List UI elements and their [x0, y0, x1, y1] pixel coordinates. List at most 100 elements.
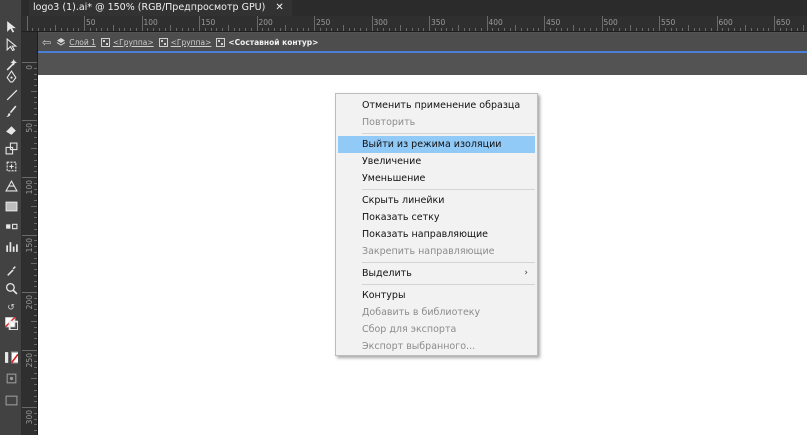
ruler-tick [34, 159, 37, 161]
ruler-tick [34, 257, 37, 259]
ruler-tick [34, 131, 37, 132]
tools-panel: ↺ [0, 0, 22, 435]
menu-item-undo-apply-swatch[interactable]: Отменить применение образца [336, 97, 537, 114]
document-tab[interactable]: logo3 (1).ai* @ 150% (RGB/Предпросмотр G… [29, 0, 292, 16]
breadcrumb-layer[interactable]: Слой 1 [56, 37, 96, 47]
gradient-tool-icon[interactable] [2, 198, 20, 214]
menu-item-zoom-out[interactable]: Уменьшение [336, 170, 537, 187]
ruler-tick [158, 28, 160, 31]
ruler-tick [314, 16, 315, 31]
paintbrush-tool-icon[interactable] [2, 103, 20, 119]
ruler-tick [34, 142, 37, 144]
ruler-tick [31, 148, 37, 150]
current-object-label: <Составной контур> [228, 37, 319, 47]
free-transform-tool-icon[interactable] [2, 158, 20, 174]
ruler-tick [394, 28, 396, 31]
selection-tool-icon[interactable] [2, 18, 20, 34]
zoom-tool-icon[interactable] [2, 280, 20, 296]
menu-item-show-grid[interactable]: Показать сетку [336, 209, 537, 226]
ruler-tick [34, 326, 37, 328]
close-icon[interactable]: ✕ [275, 0, 283, 16]
menu-item-zoom-in[interactable]: Увеличение [336, 153, 537, 170]
ruler-tick [544, 16, 545, 31]
horizontal-ruler[interactable]: 5010015020025030035040045050055060065070… [22, 16, 807, 32]
menu-item-paths[interactable]: Контуры [336, 287, 537, 304]
ruler-label: 500 [603, 18, 618, 27]
ruler-tick [417, 28, 419, 31]
ruler-tick [34, 73, 37, 75]
ruler-tick [567, 28, 568, 31]
ruler-tick [34, 315, 37, 316]
pasteboard[interactable] [38, 55, 807, 75]
ruler-tick [227, 25, 229, 31]
eraser-tool-icon[interactable] [2, 121, 20, 137]
ruler-tick [342, 25, 344, 31]
screen-mode-icon[interactable] [2, 392, 20, 408]
ruler-label: 100 [25, 180, 34, 195]
ruler-tick [457, 25, 459, 31]
breadcrumb-group-1[interactable]: <Группа> [100, 37, 154, 47]
ruler-tick [124, 28, 126, 31]
direct-selection-tool-icon[interactable] [2, 36, 20, 52]
back-arrow-icon[interactable]: ⇦ [42, 36, 51, 49]
ruler-tick [348, 28, 350, 31]
ruler-label: 300 [373, 18, 388, 27]
ruler-tick [768, 28, 770, 31]
scale-tool-icon[interactable] [2, 140, 20, 156]
ruler-tick [285, 25, 287, 31]
ruler-tick [187, 28, 189, 31]
ruler-tick [354, 28, 356, 31]
ruler-tick [383, 28, 384, 31]
ruler-tick [22, 407, 37, 408]
illustrator-window: ↺ logo3 (1).ai* @ 150% (RGB/Предпросмотр… [0, 0, 807, 435]
ruler-tick [34, 332, 37, 334]
breadcrumb-group-2[interactable]: <Группа> [158, 37, 212, 47]
ruler-tick [762, 28, 764, 31]
pen-tool-icon[interactable] [2, 68, 20, 84]
layer-link[interactable]: Слой 1 [69, 38, 96, 47]
ruler-label: 450 [546, 18, 561, 27]
ruler-tick [262, 28, 264, 31]
ruler-tick [34, 418, 37, 420]
draw-mode-icon[interactable] [2, 370, 20, 386]
ruler-tick [607, 28, 609, 31]
group-link-1[interactable]: <Группа> [113, 38, 154, 47]
ruler-tick [331, 28, 333, 31]
fill-stroke-swatch-icon[interactable] [2, 315, 20, 331]
menu-item-show-guides[interactable]: Показать направляющие [336, 226, 537, 243]
ruler-tick [751, 28, 752, 31]
ruler-tick [34, 223, 37, 224]
perspective-grid-tool-icon[interactable] [2, 177, 20, 193]
swap-colors-icon[interactable]: ↺ [2, 300, 20, 316]
menu-item-exit-isolation-mode[interactable]: Выйти из режима изоляции [338, 136, 535, 153]
column-graph-tool-icon[interactable] [2, 238, 20, 254]
ruler-tick [526, 28, 528, 31]
ruler-tick [279, 28, 281, 31]
eyedropper-tool-icon[interactable] [2, 262, 20, 278]
ruler-tick [164, 28, 166, 31]
ruler-tick [440, 28, 442, 31]
ruler-tick [34, 194, 37, 196]
isolation-mode-bar: ⇦ Слой 1 <Группа> <Группа> <Составной ко… [38, 33, 807, 53]
ruler-tick [492, 28, 494, 31]
ruler-tick [308, 28, 310, 31]
ruler-label: 600 [718, 18, 733, 27]
group-link-2[interactable]: <Группа> [171, 38, 212, 47]
ruler-tick [256, 16, 258, 31]
ruler-tick [34, 188, 37, 190]
menu-separator [362, 262, 535, 263]
ruler-tick [34, 355, 37, 357]
line-segment-tool-icon[interactable] [2, 86, 20, 102]
blend-tool-icon[interactable] [2, 218, 20, 234]
ruler-tick [199, 16, 200, 31]
none-color-icon[interactable] [2, 349, 20, 365]
ruler-tick [503, 28, 505, 31]
menu-item-hide-rulers[interactable]: Скрыть линейки [336, 192, 537, 209]
ruler-tick [204, 28, 206, 31]
ruler-tick [89, 28, 91, 31]
ruler-label: 350 [431, 18, 446, 27]
menu-item-select[interactable]: Выделить › [336, 265, 537, 282]
ruler-tick [273, 28, 275, 31]
ruler-tick [72, 28, 74, 31]
vertical-ruler[interactable]: 0 50 100 150 200 250 300 [22, 32, 38, 435]
